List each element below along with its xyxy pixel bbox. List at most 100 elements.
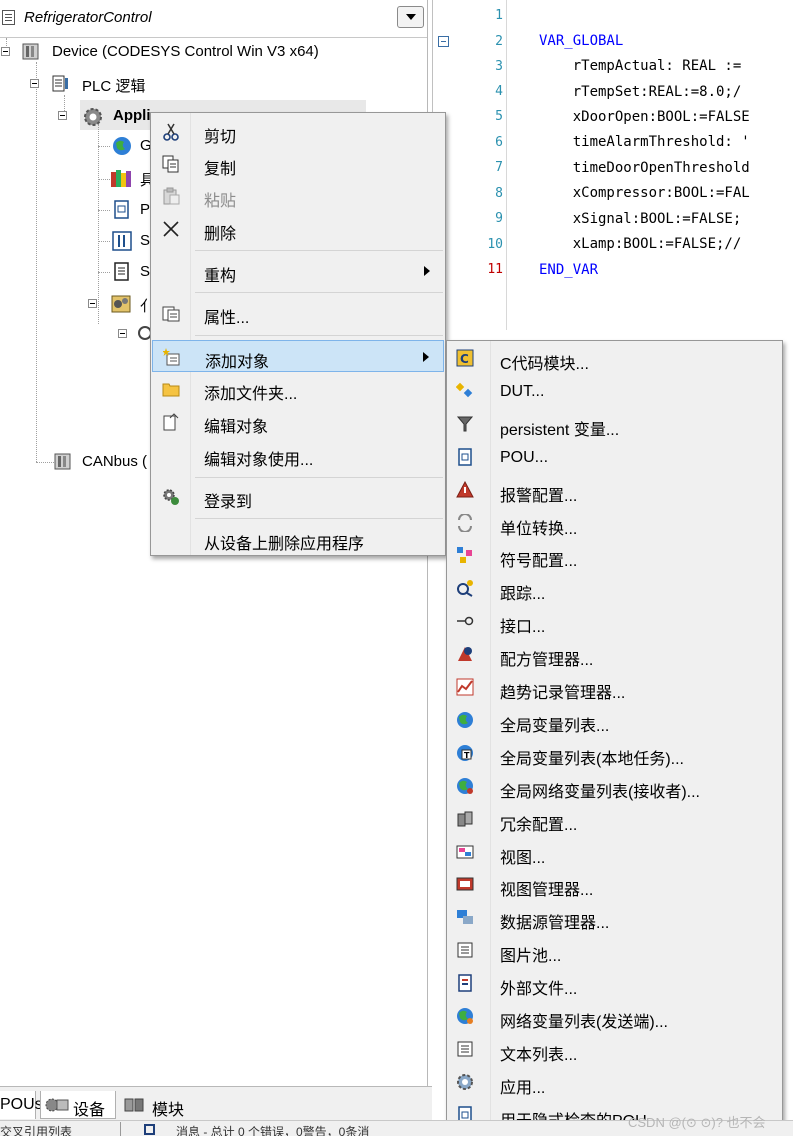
submenu-item[interactable]: 网络变量列表(发送端)... (448, 1001, 781, 1033)
modules-tab-icon (124, 1098, 144, 1112)
image-pool-icon (457, 942, 473, 958)
submenu-item[interactable]: 接口... (448, 606, 781, 638)
submenu-item[interactable]: 符号配置... (448, 540, 781, 572)
tree-node-canbus[interactable]: CANbus ( (0, 450, 160, 474)
tree-node-child[interactable]: G (0, 134, 160, 158)
submenu-item[interactable]: 图片池... (448, 935, 781, 967)
menu-item-add-folder[interactable]: 添加文件夹... (152, 373, 444, 405)
fold-collapse-icon[interactable] (438, 36, 449, 47)
collapse-toggle[interactable] (30, 79, 39, 88)
menu-item-edit-object-usage[interactable]: 编辑对象使用... (152, 439, 444, 471)
submenu-item-label: 符号配置... (500, 553, 578, 571)
menu-item-delete[interactable]: 删除 (152, 213, 444, 245)
collapse-toggle[interactable] (58, 111, 67, 120)
submenu-item-label: DUT... (500, 382, 545, 400)
menu-item-label: 重构 (204, 268, 237, 285)
line-number: 9 (495, 211, 503, 226)
project-name[interactable]: RefrigeratorControl (24, 9, 152, 26)
application-gear-icon (457, 1073, 473, 1090)
project-dropdown-button[interactable] (397, 6, 424, 28)
globe-icon (457, 711, 473, 728)
submenu-item[interactable]: 跟踪... (448, 573, 781, 605)
alarm-config-icon (456, 480, 474, 498)
tab-modules[interactable]: 模块 (122, 1091, 202, 1119)
submenu-item-label: C代码模块... (500, 356, 589, 373)
submenu-item[interactable]: C C代码模块... (448, 343, 781, 375)
menu-item-login[interactable]: 登录到 (152, 481, 444, 513)
tree-node-child[interactable]: S (0, 260, 160, 284)
library-icon (111, 170, 131, 187)
submenu-item[interactable]: T 全局变量列表(本地任务)... (448, 738, 781, 770)
submenu-item[interactable]: 视图管理器... (448, 869, 781, 901)
globe-icon (113, 137, 131, 155)
messages-tab[interactable]: 消息 - 总计 0 个错误，0警告，0条消 (176, 1123, 369, 1136)
submenu-item-label: 冗余配置... (500, 816, 578, 834)
tree-label: S (140, 263, 151, 280)
document-icon (114, 262, 129, 281)
paste-icon (163, 187, 180, 205)
tree-node-child[interactable]: P (0, 198, 160, 222)
collapse-toggle[interactable] (118, 329, 127, 338)
tab-pous[interactable]: POUs (0, 1091, 43, 1119)
submenu-item[interactable]: 应用... (448, 1067, 781, 1099)
submenu-item[interactable]: 全局网络变量列表(接收者)... (448, 771, 781, 803)
menu-item-properties[interactable]: 属性... (152, 297, 444, 329)
device-icon (22, 43, 39, 60)
submenu-item-label: 外部文件... (500, 981, 578, 999)
symbol-icon (112, 231, 132, 251)
tree-node-task-config[interactable]: 亻 (0, 292, 160, 316)
submenu-item[interactable]: 数据源管理器... (448, 902, 781, 934)
submenu-item[interactable]: POU... (448, 442, 781, 474)
submenu-item[interactable]: 文本列表... (448, 1034, 781, 1066)
code-line: xDoorOpen:BOOL:=FALSE (539, 109, 750, 125)
menu-item-refactor[interactable]: 重构 (152, 255, 444, 287)
submenu-item[interactable]: 趋势记录管理器... (448, 672, 781, 704)
tree-node-task[interactable] (0, 322, 160, 346)
tree-node-child[interactable]: 具 (0, 166, 160, 190)
symbol-config-icon (457, 547, 472, 564)
bottom-tab-bar: POUs 设备 模块 (0, 1086, 432, 1120)
code-editor[interactable]: 1 2 3 4 5 6 7 8 9 10 11 VAR_GLOBAL rTemp… (432, 0, 793, 330)
tree-node-child[interactable]: S (0, 229, 160, 253)
cross-reference-tab[interactable]: 交叉引用列表 (0, 1123, 72, 1136)
submenu-item[interactable]: 全局变量列表... (448, 705, 781, 737)
menu-item-copy[interactable]: 复制 (152, 148, 444, 180)
tree-node-plc-logic[interactable]: PLC 逻辑 (0, 72, 420, 96)
menu-item-cut[interactable]: 剪切 (152, 116, 444, 148)
tree-label: CANbus ( (82, 453, 148, 470)
menu-item-edit-object[interactable]: 编辑对象 (152, 406, 444, 438)
line-number: 3 (495, 59, 503, 74)
menu-item-add-object[interactable]: 添加对象 (152, 340, 444, 372)
code-line: rTempActual: REAL := (539, 58, 742, 74)
menu-separator (195, 250, 443, 251)
application-gear-icon (84, 108, 102, 126)
tree-node-device[interactable]: Device (CODESYS Control Win V3 x64) (0, 40, 420, 64)
collapse-toggle[interactable] (88, 299, 97, 308)
submenu-item-label: 文本列表... (500, 1046, 578, 1064)
code-line: END_VAR (539, 262, 599, 278)
properties-icon (162, 306, 180, 322)
menu-item-label: 从设备上删除应用程序 (204, 536, 365, 553)
code-line: timeAlarmThreshold: ' (539, 134, 750, 150)
submenu-arrow-icon (424, 266, 430, 276)
menu-item-remove-app[interactable]: 从设备上删除应用程序 (152, 523, 444, 555)
submenu-item-label: 跟踪... (500, 586, 546, 604)
tab-devices[interactable]: 设备 (40, 1091, 116, 1119)
line-number: 10 (487, 237, 503, 252)
plc-logic-icon (52, 75, 68, 92)
submenu-arrow-icon (423, 352, 429, 362)
collapse-toggle[interactable] (1, 47, 10, 56)
submenu-item[interactable]: 视图... (448, 837, 781, 869)
submenu-item[interactable]: 配方管理器... (448, 639, 781, 671)
submenu-item[interactable]: 单位转换... (448, 508, 781, 540)
messages-icon (144, 1124, 155, 1135)
menu-item-paste[interactable]: 粘贴 (152, 180, 444, 212)
menu-item-label: 添加对象 (205, 354, 270, 371)
menu-separator (195, 292, 443, 293)
submenu-item[interactable]: 报警配置... (448, 475, 781, 507)
submenu-item-label: 图片池... (500, 948, 562, 966)
submenu-item[interactable]: persistent 变量... (448, 409, 781, 441)
submenu-item[interactable]: DUT... (448, 376, 781, 408)
submenu-item[interactable]: 冗余配置... (448, 804, 781, 836)
submenu-item[interactable]: 外部文件... (448, 968, 781, 1000)
